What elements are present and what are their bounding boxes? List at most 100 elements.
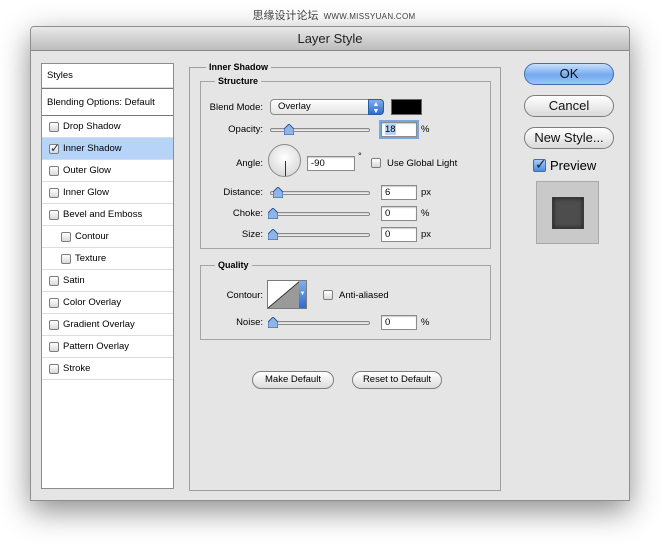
watermark-site: WWW.MISSYUAN.COM [323, 12, 416, 21]
noise-unit: % [421, 317, 430, 328]
size-slider[interactable] [268, 229, 370, 240]
opacity-unit: % [421, 124, 430, 135]
structure-group: Structure Blend Mode: Overlay ▲ ▼ Opacity… [200, 76, 491, 249]
style-item-label: Stroke [63, 363, 91, 374]
style-item-label: Outer Glow [63, 165, 112, 176]
distance-input[interactable]: 6 [381, 185, 417, 200]
style-item-color-overlay[interactable]: Color Overlay [42, 292, 173, 314]
watermark-text: 思缘设计论坛 [252, 10, 319, 22]
preview-checkbox[interactable] [533, 156, 547, 173]
distance-slider-thumb[interactable] [273, 187, 283, 198]
cancel-button[interactable]: Cancel [524, 95, 614, 117]
anti-aliased-label: Anti-aliased [339, 290, 389, 301]
contour-label: Contour: [226, 290, 263, 301]
inner-glow-checkbox[interactable] [49, 187, 59, 198]
opacity-label: Opacity: [228, 124, 263, 135]
choke-slider-thumb[interactable] [268, 208, 278, 219]
style-item-label: Inner Glow [63, 187, 109, 198]
select-arrows-icon: ▲ ▼ [368, 99, 384, 115]
styles-header[interactable]: Styles [42, 64, 173, 88]
style-item-drop-shadow[interactable]: Drop Shadow [42, 116, 173, 138]
inner-shadow-panel: Inner Shadow Structure Blend Mode: Overl… [189, 62, 501, 491]
new-style-button[interactable]: New Style... [524, 127, 614, 149]
preview-label: Preview [550, 158, 597, 173]
gradient-overlay-checkbox[interactable] [49, 319, 59, 330]
opacity-value: 18 [385, 124, 396, 135]
effects-list: Drop Shadow Inner Shadow Outer Glow Inner G… [42, 116, 173, 380]
structure-title: Structure [215, 76, 262, 86]
preview-thumbnail [536, 181, 599, 244]
size-input[interactable]: 0 [381, 227, 417, 242]
layer-style-dialog: Layer Style Styles Blending Options: Def… [30, 26, 630, 501]
style-item-bevel-and-emboss[interactable]: Bevel and Emboss [42, 204, 173, 226]
pattern-overlay-checkbox[interactable] [49, 341, 59, 352]
reset-to-default-button[interactable]: Reset to Default [352, 371, 442, 389]
angle-unit: ° [358, 151, 362, 162]
style-item-label: Color Overlay [63, 297, 122, 308]
make-default-button[interactable]: Make Default [252, 371, 334, 389]
quality-title: Quality [215, 260, 252, 270]
color-overlay-checkbox[interactable] [49, 297, 59, 308]
blending-options-item[interactable]: Blending Options: Default [42, 88, 173, 116]
choke-unit: % [421, 208, 430, 219]
distance-label: Distance: [223, 187, 263, 198]
style-item-gradient-overlay[interactable]: Gradient Overlay [42, 314, 173, 336]
choke-slider[interactable] [268, 208, 370, 219]
style-item-label: Satin [63, 275, 85, 286]
blend-mode-select[interactable]: Overlay ▲ ▼ [270, 99, 384, 115]
style-item-outer-glow[interactable]: Outer Glow [42, 160, 173, 182]
satin-checkbox[interactable] [49, 275, 59, 286]
style-item-inner-shadow[interactable]: Inner Shadow [42, 138, 173, 160]
style-item-stroke[interactable]: Stroke [42, 358, 173, 380]
styles-list: Styles Blending Options: Default Drop Sh… [41, 63, 174, 489]
style-item-label: Pattern Overlay [63, 341, 129, 352]
global-light-label: Use Global Light [387, 158, 458, 169]
contour-picker[interactable]: ▼ [267, 280, 307, 309]
style-item-label: Contour [75, 231, 109, 242]
angle-dial[interactable] [268, 144, 301, 177]
distance-slider[interactable] [270, 187, 370, 198]
noise-slider[interactable] [268, 317, 370, 328]
texture-checkbox[interactable] [61, 253, 71, 264]
style-item-texture[interactable]: Texture [42, 248, 173, 270]
shadow-color-swatch[interactable] [391, 99, 422, 115]
style-item-label: Bevel and Emboss [63, 209, 143, 220]
size-unit: px [421, 229, 432, 240]
style-item-label: Texture [75, 253, 107, 264]
style-item-contour[interactable]: Contour [42, 226, 173, 248]
style-item-label: Drop Shadow [63, 121, 121, 132]
title-bar[interactable]: Layer Style [31, 27, 629, 51]
blend-mode-value: Overlay [278, 101, 311, 112]
bevel-and-emboss-checkbox[interactable] [49, 209, 59, 220]
drop-shadow-checkbox[interactable] [49, 121, 59, 132]
noise-slider-thumb[interactable] [268, 317, 278, 328]
size-label: Size: [241, 229, 263, 240]
angle-label: Angle: [236, 158, 263, 169]
stroke-checkbox[interactable] [49, 363, 59, 374]
style-item-label: Inner Shadow [63, 143, 122, 154]
ok-button[interactable]: OK [524, 63, 614, 85]
style-item-pattern-overlay[interactable]: Pattern Overlay [42, 336, 173, 358]
global-light-checkbox[interactable] [371, 158, 381, 168]
preview-swatch [552, 197, 584, 229]
opacity-input[interactable]: 18 [379, 120, 419, 139]
contour-curve-icon [268, 281, 301, 308]
noise-label: Noise: [236, 317, 263, 328]
style-item-label: Gradient Overlay [63, 319, 135, 330]
noise-input[interactable]: 0 [381, 315, 417, 330]
choke-input[interactable]: 0 [381, 206, 417, 221]
angle-input[interactable]: -90 [307, 156, 355, 171]
opacity-slider[interactable] [270, 124, 370, 135]
outer-glow-checkbox[interactable] [49, 165, 59, 176]
quality-group: Quality Contour: ▼ Anti-aliased Noise: 0… [200, 260, 491, 340]
opacity-slider-thumb[interactable] [284, 124, 294, 135]
contour-checkbox[interactable] [61, 231, 71, 242]
size-slider-thumb[interactable] [268, 229, 278, 240]
panel-title: Inner Shadow [206, 62, 272, 72]
style-item-satin[interactable]: Satin [42, 270, 173, 292]
distance-unit: px [421, 187, 432, 198]
inner-shadow-checkbox[interactable] [49, 141, 60, 155]
anti-aliased-checkbox[interactable] [323, 290, 333, 300]
style-item-inner-glow[interactable]: Inner Glow [42, 182, 173, 204]
contour-dropdown-icon[interactable]: ▼ [299, 281, 306, 308]
